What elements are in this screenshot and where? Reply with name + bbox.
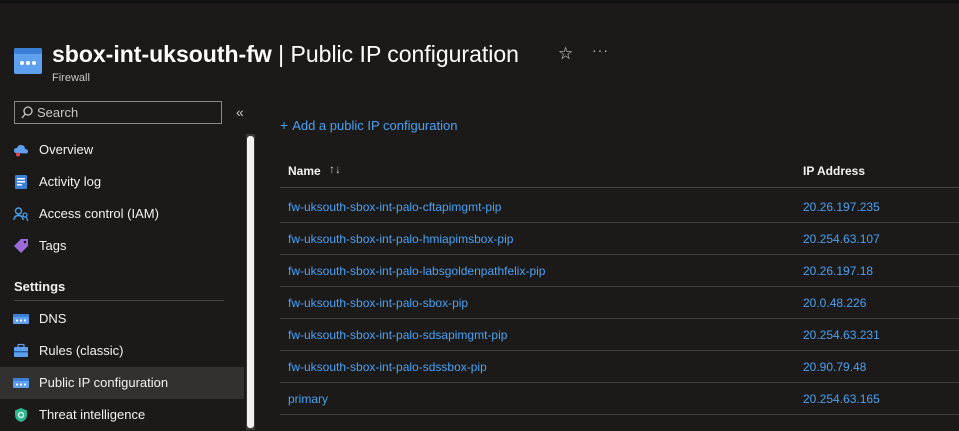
sidebar-item-label: Threat intelligence xyxy=(39,407,146,422)
resource-type: Firewall xyxy=(52,72,90,84)
firewall-icon xyxy=(14,48,42,74)
tag-icon xyxy=(14,239,28,253)
table-header: Name ↑↓ IP Address xyxy=(280,155,959,188)
sidebar-item-overview[interactable]: Overview xyxy=(0,134,244,166)
table-row: fw-uksouth-sbox-int-palo-hmiapimsbox-pip… xyxy=(280,223,959,255)
more-options-icon[interactable]: ··· xyxy=(592,42,609,58)
sidebar-scrollbar[interactable] xyxy=(246,134,255,430)
overview-icon xyxy=(14,144,28,157)
add-public-ip-label: Add a public IP configuration xyxy=(292,118,458,133)
title-separator: | xyxy=(271,41,291,67)
sidebar-item-iam[interactable]: Access control (IAM) xyxy=(0,198,244,230)
top-bar xyxy=(0,0,959,3)
favorite-star-icon[interactable]: ☆ xyxy=(558,44,573,64)
ip-config-name-link[interactable]: fw-uksouth-sbox-int-palo-labsgoldenpathf… xyxy=(288,264,545,278)
sidebar-item-label: Activity log xyxy=(39,174,102,189)
sidebar-item-label: Overview xyxy=(39,142,94,157)
sidebar-item-label: Access control (IAM) xyxy=(39,206,159,221)
search-icon xyxy=(21,106,33,119)
table-row: fw-uksouth-sbox-int-palo-cftapimgmt-pip … xyxy=(280,191,959,223)
ip-address-link[interactable]: 20.26.197.18 xyxy=(803,264,873,278)
ip-address-link[interactable]: 20.0.48.226 xyxy=(803,296,866,310)
ip-address-link[interactable]: 20.254.63.231 xyxy=(803,328,880,342)
rules-icon xyxy=(14,343,28,357)
collapse-sidebar-icon[interactable]: « xyxy=(236,104,244,120)
table-row: fw-uksouth-sbox-int-palo-labsgoldenpathf… xyxy=(280,255,959,287)
table-row: fw-uksouth-sbox-int-palo-sbox-pip 20.0.4… xyxy=(280,287,959,319)
sidebar-item-label: Rules (classic) xyxy=(39,343,124,358)
sidebar-item-label: Tags xyxy=(39,238,67,253)
settings-section-heading: Settings xyxy=(14,279,66,294)
sidebar-item-activity-log[interactable]: Activity log xyxy=(0,166,244,198)
sidebar: « Overview Activity log Access control (… xyxy=(0,96,244,430)
resource-name: sbox-int-uksouth-fw xyxy=(52,41,272,67)
page-title: sbox-int-uksouth-fw | Public IP configur… xyxy=(52,38,519,70)
ip-config-name-link[interactable]: fw-uksouth-sbox-int-palo-hmiapimsbox-pip xyxy=(288,232,513,246)
section-divider xyxy=(14,300,224,301)
iam-icon xyxy=(13,207,29,222)
sidebar-item-label: DNS xyxy=(39,311,67,326)
sort-icon[interactable]: ↑↓ xyxy=(329,162,341,176)
sidebar-item-rules[interactable]: Rules (classic) xyxy=(0,335,244,367)
table-row: fw-uksouth-sbox-int-palo-sdssbox-pip 20.… xyxy=(280,351,959,383)
sidebar-item-tags[interactable]: Tags xyxy=(0,230,244,262)
ip-config-name-link[interactable]: fw-uksouth-sbox-int-palo-sdssbox-pip xyxy=(288,360,487,374)
page-name: Public IP configuration xyxy=(290,41,519,67)
ip-config-name-link[interactable]: primary xyxy=(288,392,328,406)
ip-address-link[interactable]: 20.90.79.48 xyxy=(803,360,866,374)
search-box[interactable] xyxy=(14,101,222,124)
public-ip-icon xyxy=(13,378,29,388)
ip-address-link[interactable]: 20.254.63.107 xyxy=(803,232,880,246)
ip-config-name-link[interactable]: fw-uksouth-sbox-int-palo-sbox-pip xyxy=(288,296,468,310)
column-header-ip-address[interactable]: IP Address xyxy=(803,164,865,178)
scrollbar-thumb[interactable] xyxy=(247,136,254,428)
sidebar-item-threat-intelligence[interactable]: Threat intelligence xyxy=(0,399,244,431)
dns-icon xyxy=(13,314,29,324)
column-header-name[interactable]: Name xyxy=(288,164,321,178)
sidebar-item-label: Public IP configuration xyxy=(39,375,169,390)
threat-intel-icon xyxy=(15,408,27,422)
ip-address-link[interactable]: 20.26.197.235 xyxy=(803,200,880,214)
add-public-ip-button[interactable]: + Add a public IP configuration xyxy=(280,117,457,133)
table-row: primary 20.254.63.165 xyxy=(280,383,959,415)
plus-icon: + xyxy=(280,117,289,133)
activity-log-icon xyxy=(15,175,27,189)
ip-address-link[interactable]: 20.254.63.165 xyxy=(803,392,880,406)
table-row: fw-uksouth-sbox-int-palo-sdsapimgmt-pip … xyxy=(280,319,959,351)
ip-config-name-link[interactable]: fw-uksouth-sbox-int-palo-cftapimgmt-pip xyxy=(288,200,501,214)
search-input[interactable] xyxy=(37,104,217,121)
sidebar-item-public-ip-configuration[interactable]: Public IP configuration xyxy=(0,367,244,399)
sidebar-item-dns[interactable]: DNS xyxy=(0,303,244,335)
ip-config-name-link[interactable]: fw-uksouth-sbox-int-palo-sdsapimgmt-pip xyxy=(288,328,507,342)
